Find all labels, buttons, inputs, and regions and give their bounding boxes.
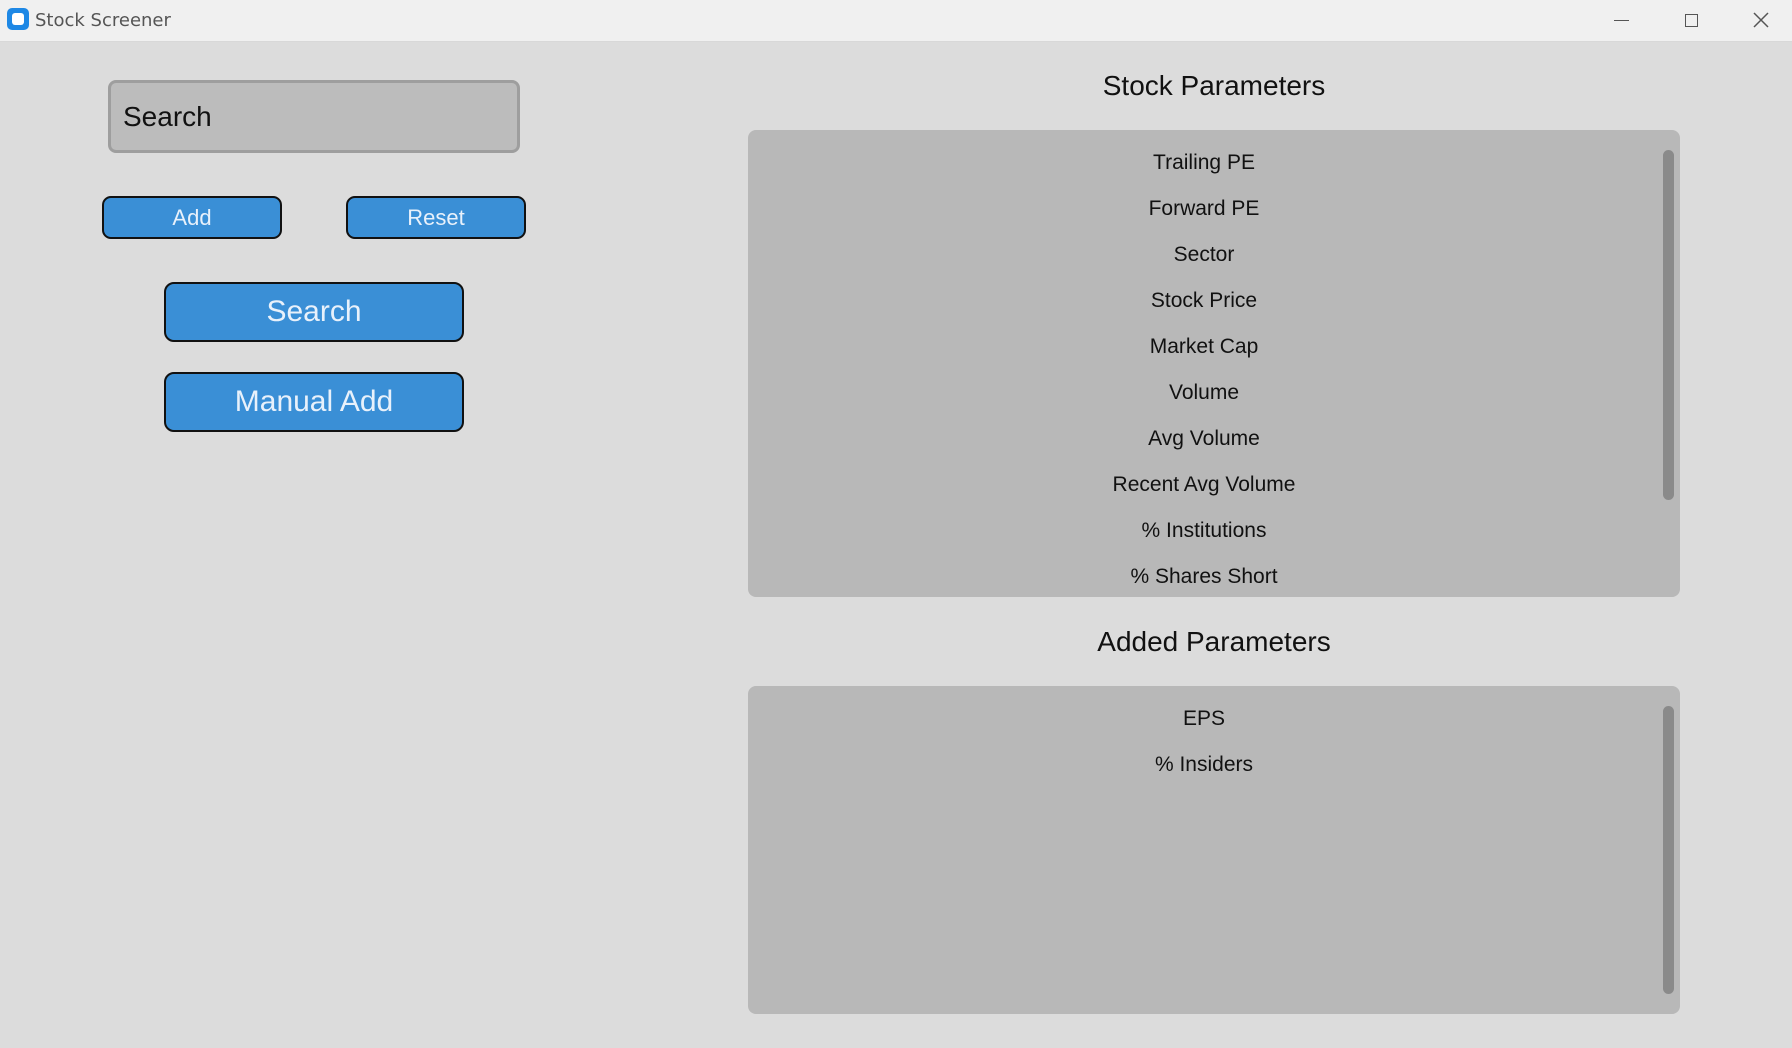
main-content: Add Reset Search Manual Add Stock Parame… xyxy=(0,42,1792,1048)
maximize-button[interactable] xyxy=(1656,0,1726,40)
added-parameters-list[interactable]: EPS % Insiders xyxy=(748,686,1680,1014)
list-item[interactable]: % Insiders xyxy=(748,746,1660,792)
list-item[interactable]: Forward PE xyxy=(748,190,1660,236)
add-button[interactable]: Add xyxy=(102,196,282,239)
list-item[interactable]: % Institutions xyxy=(748,512,1660,558)
close-icon xyxy=(1753,12,1769,28)
added-parameters-scrollbar[interactable] xyxy=(1663,706,1674,994)
list-item[interactable]: Volume xyxy=(748,374,1660,420)
title-bar: Stock Screener xyxy=(0,0,1792,42)
list-item[interactable]: EPS xyxy=(748,700,1660,746)
list-item[interactable]: Sector xyxy=(748,236,1660,282)
added-parameters-title: Added Parameters xyxy=(1097,626,1331,657)
close-button[interactable] xyxy=(1726,0,1792,40)
reset-button[interactable]: Reset xyxy=(346,196,526,239)
stock-parameters-list[interactable]: Trailing PE Forward PE Sector Stock Pric… xyxy=(748,130,1680,597)
stock-parameters-scrollbar[interactable] xyxy=(1663,150,1674,500)
list-item[interactable]: Recent Avg Volume xyxy=(748,466,1660,512)
search-button[interactable]: Search xyxy=(164,282,464,342)
search-input[interactable] xyxy=(108,80,520,153)
minimize-button[interactable] xyxy=(1586,0,1656,40)
maximize-icon xyxy=(1684,13,1698,27)
list-item[interactable]: Market Cap xyxy=(748,328,1660,374)
app-icon xyxy=(7,8,29,30)
window-title: Stock Screener xyxy=(35,10,171,31)
minimize-icon xyxy=(1613,19,1629,21)
manual-add-button[interactable]: Manual Add xyxy=(164,372,464,432)
list-item[interactable]: Trailing PE xyxy=(748,144,1660,190)
list-item[interactable]: Avg Volume xyxy=(748,420,1660,466)
stock-parameters-title: Stock Parameters xyxy=(1102,70,1326,101)
list-item[interactable]: % Shares Short xyxy=(748,558,1660,597)
list-item[interactable]: Stock Price xyxy=(748,282,1660,328)
